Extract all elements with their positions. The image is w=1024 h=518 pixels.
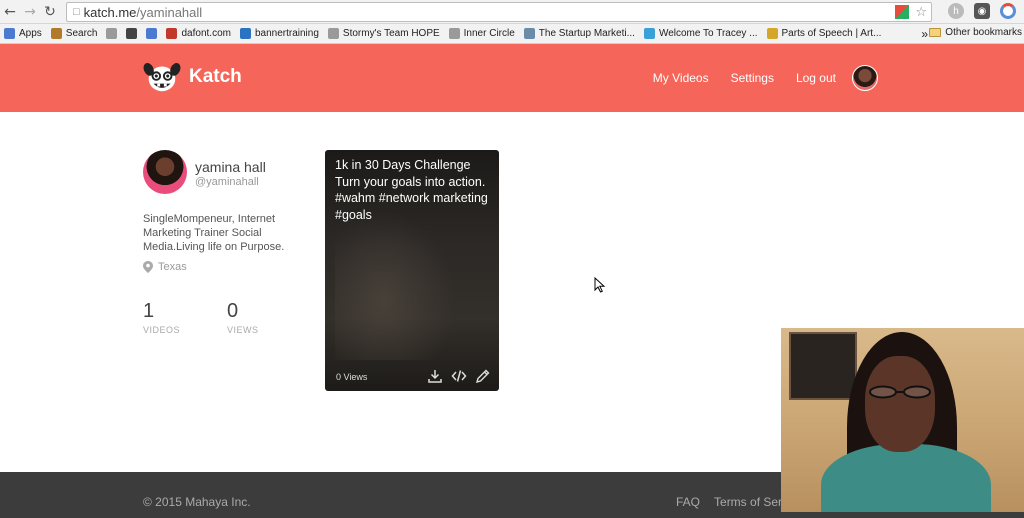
copyright-text: © 2015 Mahaya Inc. xyxy=(143,495,251,509)
bookmark-item[interactable]: The Startup Marketi... xyxy=(523,28,635,39)
video-actions xyxy=(427,368,491,384)
star-bookmark-icon[interactable]: ☆ xyxy=(915,5,927,19)
bookmark-item[interactable] xyxy=(126,28,138,39)
folder-icon xyxy=(929,28,942,37)
other-bookmarks-label: Other bookmarks xyxy=(945,27,1022,38)
bookmark-item[interactable] xyxy=(106,28,118,39)
embed-code-icon[interactable] xyxy=(451,368,467,384)
bookmark-favicon-icon xyxy=(448,28,460,39)
bookmark-label: Inner Circle xyxy=(463,28,515,39)
bookmark-item[interactable]: Search xyxy=(50,28,98,39)
main-nav: My Videos Settings Log out xyxy=(631,44,1024,112)
bookmark-favicon-icon xyxy=(327,28,339,39)
bookmark-item[interactable] xyxy=(146,28,158,39)
url-path: /yaminahall xyxy=(136,4,203,20)
profile-handle: @yaminahall xyxy=(195,176,259,188)
forward-arrow-icon[interactable]: → xyxy=(20,2,40,22)
site-header: Katch My Videos Settings Log out xyxy=(0,44,1024,112)
videos-count: 1 xyxy=(143,300,155,322)
bookmark-item[interactable]: dafont.com xyxy=(166,28,231,39)
shield-extension-icon[interactable]: ◉ xyxy=(974,3,990,19)
bookmark-label: The Startup Marketi... xyxy=(538,28,635,39)
footer-link-faq[interactable]: FAQ xyxy=(676,495,700,509)
bookmark-item[interactable]: Inner Circle xyxy=(448,28,515,39)
bookmark-favicon-icon xyxy=(766,28,778,39)
url-host: katch.me xyxy=(83,4,137,20)
user-avatar[interactable] xyxy=(852,65,878,91)
profile-location: Texas xyxy=(143,261,187,273)
bookmark-item[interactable]: Apps xyxy=(4,28,42,39)
bookmark-favicon-icon xyxy=(239,28,251,39)
presenter-shirt xyxy=(821,444,991,512)
bookmark-favicon-icon xyxy=(523,28,535,39)
profile-bio: SingleMompeneur, Internet Marketing Trai… xyxy=(143,213,285,253)
videos-stat: 1 VIDEOS xyxy=(143,300,180,335)
bookmarks-bar: Apps Search dafont.com bannertraining Stormy… xyxy=(0,24,1024,44)
bookmark-label: Welcome To Tracey ... xyxy=(658,28,758,39)
presenter-glasses xyxy=(869,385,931,399)
bookmark-item[interactable]: Stormy's Team HOPE xyxy=(327,28,440,39)
views-stat: 0 VIEWS xyxy=(227,300,259,335)
katch-logo[interactable]: Katch xyxy=(143,58,242,96)
extension-icon[interactable] xyxy=(895,5,910,19)
bookmark-favicon-icon xyxy=(146,28,158,39)
browser-toolbar: ← → ↻ □ katch.me/yaminahall ☆ h ◉ xyxy=(0,0,1024,24)
bookmark-label: Parts of Speech | Art... xyxy=(781,28,882,39)
nav-my-videos[interactable]: My Videos xyxy=(653,71,709,85)
bookmark-favicon-icon xyxy=(4,28,15,39)
circle-extension-icon[interactable] xyxy=(1000,3,1016,19)
address-bar[interactable]: □ katch.me/yaminahall ☆ xyxy=(66,2,932,22)
bookmark-favicon-icon xyxy=(106,28,118,39)
nav-settings[interactable]: Settings xyxy=(731,71,774,85)
bookmark-item[interactable]: bannertraining xyxy=(239,28,319,39)
bookmark-item[interactable]: Parts of Speech | Art... xyxy=(766,28,882,39)
brand-name: Katch xyxy=(189,66,242,87)
other-bookmarks-folder[interactable]: Other bookmarks xyxy=(929,27,1022,38)
bookmark-label: dafont.com xyxy=(181,28,231,39)
bookmark-label: Stormy's Team HOPE xyxy=(342,28,440,39)
webcam-overlay xyxy=(781,328,1024,512)
map-pin-icon xyxy=(143,261,153,273)
dog-face-logo-icon xyxy=(143,63,181,92)
videos-label: VIDEOS xyxy=(143,325,181,335)
bookmark-favicon-icon xyxy=(166,28,178,39)
location-label: Texas xyxy=(158,261,187,273)
video-views: 0 Views xyxy=(336,372,368,382)
profile-avatar xyxy=(143,150,187,194)
video-card[interactable]: 1k in 30 Days Challenge Turn your goals … xyxy=(325,150,499,391)
bookmark-favicon-icon xyxy=(126,28,138,39)
bookmark-favicon-icon xyxy=(50,28,62,39)
views-count: 0 xyxy=(227,300,239,322)
bookmark-item[interactable]: Welcome To Tracey ... xyxy=(643,28,758,39)
footer-link-terms[interactable]: Terms of Serv xyxy=(714,495,788,509)
bookmark-label: Apps xyxy=(19,28,42,39)
bookmarks-overflow[interactable]: » xyxy=(921,27,928,41)
presenter-face xyxy=(865,356,935,452)
reload-icon[interactable]: ↻ xyxy=(40,2,60,22)
bookmark-label: bannertraining xyxy=(254,28,319,39)
mouse-cursor-icon xyxy=(594,277,606,293)
bookmark-label: Search xyxy=(65,28,98,39)
video-title: 1k in 30 Days Challenge Turn your goals … xyxy=(335,158,488,222)
edit-pencil-icon[interactable] xyxy=(475,368,491,384)
back-arrow-icon[interactable]: ← xyxy=(0,2,20,22)
views-label: VIEWS xyxy=(227,325,259,335)
nav-log-out[interactable]: Log out xyxy=(796,71,836,85)
footer-links: FAQ Terms of Serv xyxy=(676,495,788,509)
h-extension-icon[interactable]: h xyxy=(948,3,964,19)
download-icon[interactable] xyxy=(427,368,443,384)
profile-name: yamina hall xyxy=(195,159,266,175)
page-icon: □ xyxy=(73,6,80,18)
bookmark-favicon-icon xyxy=(643,28,655,39)
wall-picture-frame xyxy=(789,332,857,400)
